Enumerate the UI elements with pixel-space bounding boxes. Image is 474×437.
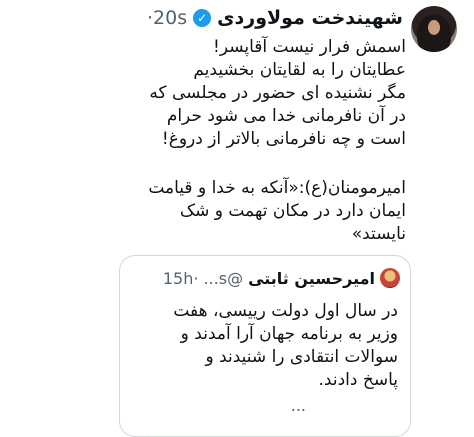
tweet-time[interactable]: ·20s bbox=[147, 7, 187, 29]
quoted-tweet-text: در سال اول دولت رییسی، هفت وزیر به برنام… bbox=[136, 300, 398, 392]
quoted-tweet-time: ·15h bbox=[162, 268, 199, 288]
quoted-author-handle: @s... bbox=[203, 268, 244, 288]
avatar-face bbox=[428, 20, 440, 35]
quoted-line: سوالات انتقادی را شنیدند و bbox=[205, 347, 398, 367]
tweet-line: نایستد» bbox=[351, 224, 406, 244]
tweet-line: در آن نافرمانی خدا می شود حرام bbox=[166, 106, 406, 126]
quoted-author-avatar bbox=[380, 268, 400, 288]
author-name[interactable]: شهیندخت مولاوردی bbox=[217, 7, 403, 29]
tweet-line: عطایتان را به لقایتان بخشیدیم bbox=[193, 60, 406, 80]
tweet-line: امیرمومنان(ع):«آنکه به خدا و قیامت bbox=[148, 178, 406, 198]
verified-badge-icon: ✓ bbox=[193, 9, 212, 27]
tweet-line: اسمش فرار نیست آقاپسر! bbox=[213, 37, 406, 57]
tweet-header: شهیندخت مولاوردی ✓ ·20s bbox=[100, 6, 403, 30]
quoted-tweet[interactable]: امیرحسین ثابتی @s... ·15h در سال اول دول… bbox=[119, 255, 411, 437]
quoted-line: پاسخ دادند. bbox=[318, 370, 398, 390]
quoted-tweet-header: امیرحسین ثابتی @s... ·15h bbox=[163, 268, 400, 288]
quoted-more-ellipsis: ... bbox=[290, 396, 306, 415]
quoted-line: در سال اول دولت رییسی، هفت bbox=[173, 301, 398, 321]
tweet-text: اسمش فرار نیست آقاپسر! عطایتان را به لقا… bbox=[110, 36, 406, 246]
author-avatar[interactable] bbox=[411, 6, 457, 52]
tweet-card[interactable]: شهیندخت مولاوردی ✓ ·20s اسمش فرار نیست آ… bbox=[0, 0, 474, 437]
tweet-line: ایمان دارد در مکان تهمت و شک bbox=[179, 201, 406, 221]
quoted-author-name: امیرحسین ثابتی bbox=[248, 268, 375, 288]
tweet-line: است و چه نافرمانی بالاتر از دروغ! bbox=[161, 129, 406, 149]
tweet-line: مگر نشنیده ای حضور در مجلسی که bbox=[149, 83, 406, 103]
quoted-line: وزیر به برنامه جهان آرا آمدند و bbox=[180, 324, 398, 344]
